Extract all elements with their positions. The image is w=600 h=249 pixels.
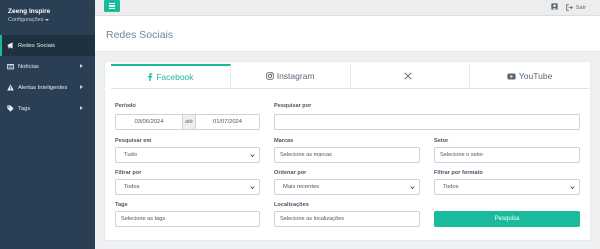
app: Zeeng Inspire Configurações Redes Sociai… (0, 0, 600, 249)
tags-label: Tags (115, 202, 128, 208)
date-end-input[interactable]: 01/07/2024 (196, 115, 259, 129)
tab-youtube[interactable]: YouTube (470, 64, 589, 88)
sidebar-nav: Redes Sociais Notícias Alertas Inteligen… (0, 35, 95, 119)
brand-name: Zeeng Inspire (8, 8, 51, 15)
logout-label: Sair (575, 4, 586, 11)
pesquisar-em-label: Pesquisar em (115, 138, 152, 144)
setor-label: Setor (434, 138, 449, 144)
tab-label: Facebook (156, 72, 194, 82)
periodo-label: Período (115, 103, 136, 109)
tab-instagram[interactable]: Instagram (231, 64, 351, 88)
warning-icon (7, 84, 14, 91)
topbar-actions: Sair (551, 3, 586, 12)
brand-sub-label: Configurações (8, 17, 44, 23)
chevron-right-icon (80, 64, 83, 68)
setor-input[interactable]: Selecione o setor (434, 147, 580, 163)
localizacoes-input[interactable]: Selecione as localizações (274, 211, 420, 227)
megaphone-icon (7, 42, 14, 49)
ordenar-por-select[interactable]: Mais recentes (274, 179, 420, 195)
menu-toggle-button[interactable] (104, 0, 120, 12)
sidebar-item-label: Notícias (18, 63, 39, 70)
sidebar-item-label: Redes Sociais (18, 42, 56, 49)
facebook-icon (148, 73, 153, 81)
localizacoes-label: Localizações (274, 202, 309, 208)
date-start-input[interactable]: 03/06/2024 (116, 115, 182, 129)
filtrar-formato-label: Filtrar por formato (434, 170, 483, 176)
tab-facebook[interactable]: Facebook (111, 64, 231, 88)
sidebar-item-noticias[interactable]: Notícias (0, 56, 95, 77)
pesquisar-em-select[interactable]: Tudo (115, 147, 260, 163)
hamburger-icon (109, 5, 115, 7)
marcas-label: Marcas (274, 138, 294, 144)
brand: Zeeng Inspire Configurações (0, 0, 95, 23)
sidebar-item-alertas[interactable]: Alertas Inteligentes (0, 77, 95, 98)
chevron-down-icon (570, 186, 575, 190)
date-range-separator: até (182, 115, 196, 129)
pesquisar-por-input[interactable] (274, 114, 580, 130)
chevron-right-icon (80, 85, 83, 89)
sidebar-item-label: Tags (18, 105, 31, 112)
page-title: Redes Sociais (106, 29, 174, 41)
sidebar-item-label: Alertas Inteligentes (18, 84, 68, 91)
date-range: 03/06/2024 até 01/07/2024 (115, 114, 260, 130)
sidebar-item-tags[interactable]: Tags (0, 98, 95, 119)
sidebar: Zeeng Inspire Configurações Redes Sociai… (0, 0, 95, 249)
filtrar-por-select[interactable]: Todos (115, 179, 260, 195)
chevron-down-icon (410, 186, 415, 190)
search-button[interactable]: Pesquisa (434, 211, 580, 227)
hamburger-icon (109, 7, 115, 9)
tab-label: Instagram (276, 71, 315, 81)
brand-settings-dropdown[interactable]: Configurações (8, 17, 95, 23)
chevron-down-icon (250, 154, 255, 158)
x-icon (404, 72, 412, 80)
topbar: Sair (95, 0, 600, 16)
chevron-down-icon (250, 186, 255, 190)
title-panel: Redes Sociais (95, 16, 600, 52)
instagram-icon (265, 72, 274, 80)
user-profile-icon[interactable] (551, 3, 558, 12)
network-tabs: Facebook Instagram YouTube (111, 64, 589, 89)
chevron-right-icon (80, 106, 83, 110)
pesquisar-por-label: Pesquisar por (274, 103, 312, 109)
select-value: Tudo (124, 152, 137, 158)
sidebar-item-redes-sociais[interactable]: Redes Sociais (0, 35, 95, 56)
newspaper-icon (7, 63, 14, 70)
hamburger-icon (109, 3, 115, 5)
tab-label: YouTube (518, 71, 553, 81)
tags-input[interactable]: Selecione as tags (115, 211, 260, 227)
sign-out-icon (565, 4, 573, 11)
select-value: Todos (443, 184, 459, 190)
filter-panel: Facebook Instagram YouTube Período 03/06… (104, 61, 591, 241)
youtube-icon (507, 73, 516, 79)
caret-down-icon (45, 19, 50, 21)
ordenar-por-label: Ordenar por (274, 170, 307, 176)
filtrar-formato-select[interactable]: Todos (434, 179, 580, 195)
filtrar-por-label: Filtrar por (115, 170, 142, 176)
select-value: Todos (124, 184, 140, 190)
select-value: Mais recentes (283, 184, 320, 190)
tags-icon (7, 105, 14, 112)
marcas-input[interactable]: Selecione as marcas (274, 147, 420, 163)
logout-button[interactable]: Sair (565, 4, 586, 11)
tab-x[interactable] (351, 64, 471, 88)
